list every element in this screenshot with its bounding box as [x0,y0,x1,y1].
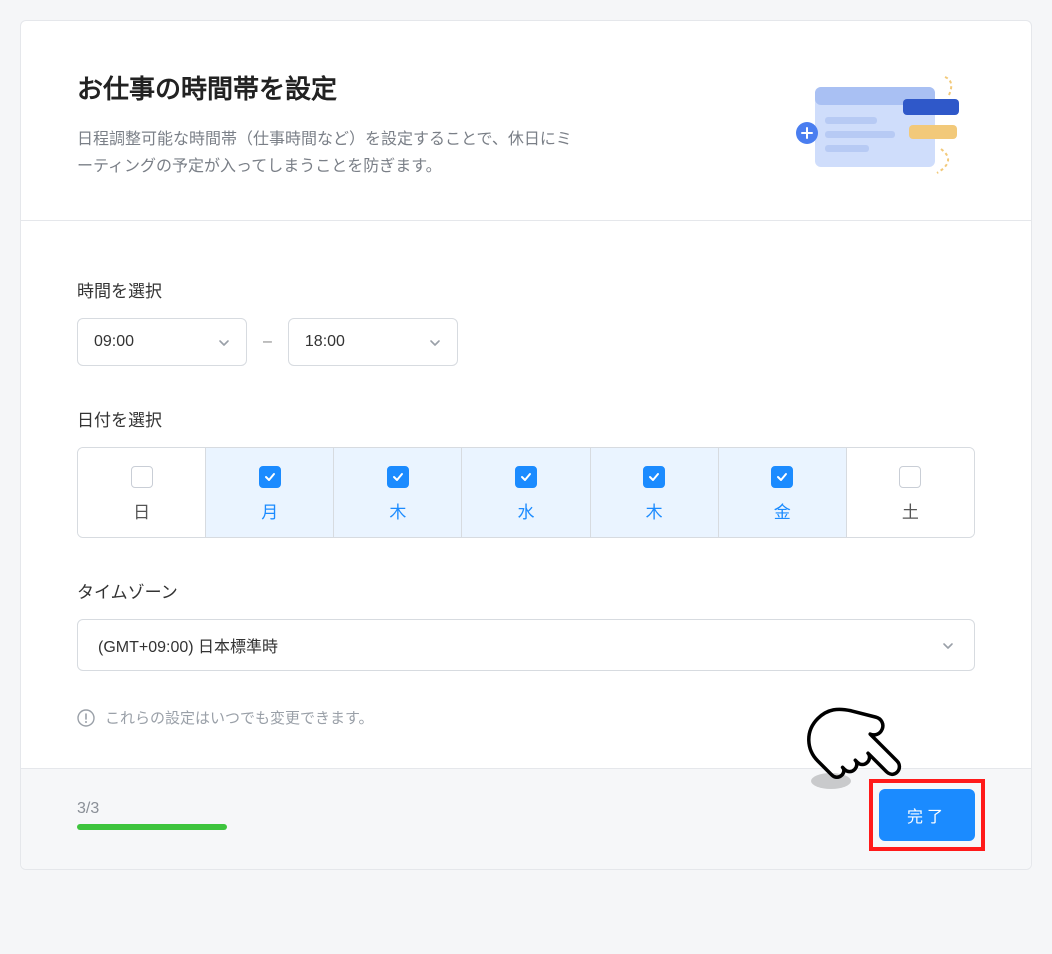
checkbox-icon [131,466,153,488]
page-subtitle: 日程調整可能な時間帯（仕事時間など）を設定することで、休日にミーティングの予定が… [77,126,577,180]
timezone-section-label: タイムゾーン [77,578,975,603]
info-note: これらの設定はいつでも変更できます。 [77,707,975,728]
chevron-down-icon [942,639,954,651]
header-text-block: お仕事の時間帯を設定 日程調整可能な時間帯（仕事時間など）を設定することで、休日… [77,69,745,180]
checkbox-icon [771,466,793,488]
end-time-value: 18:00 [305,333,345,351]
time-section-label: 時間を選択 [77,277,975,302]
progress-bar [77,824,227,830]
done-button-wrap: 完了 [879,789,975,841]
checkbox-icon [259,466,281,488]
day-label: 月 [206,498,333,523]
checkbox-icon [515,466,537,488]
day-cell-mon[interactable]: 月 [206,448,334,537]
card-body: 時間を選択 09:00 – 18:00 日付を選択 日 [21,221,1031,768]
start-time-select[interactable]: 09:00 [77,318,247,366]
end-time-select[interactable]: 18:00 [288,318,458,366]
days-section-label: 日付を選択 [77,406,975,431]
settings-card: お仕事の時間帯を設定 日程調整可能な時間帯（仕事時間など）を設定することで、休日… [20,20,1032,870]
day-cell-sat[interactable]: 土 [847,448,974,537]
chevron-down-icon [429,336,441,348]
time-range-row: 09:00 – 18:00 [77,318,975,366]
info-text: これらの設定はいつでも変更できます。 [105,707,374,728]
day-label: 日 [78,498,205,523]
page-title: お仕事の時間帯を設定 [77,69,745,106]
header-illustration [785,69,975,179]
checkbox-icon [387,466,409,488]
timezone-value: (GMT+09:00) 日本標準時 [98,633,278,657]
days-row: 日 月 木 水 [77,447,975,538]
progress-text: 3/3 [77,800,227,818]
day-cell-fri[interactable]: 金 [719,448,847,537]
checkbox-icon [899,466,921,488]
done-button[interactable]: 完了 [879,789,975,841]
day-label: 水 [462,498,589,523]
chevron-down-icon [218,336,230,348]
day-label: 金 [719,498,846,523]
day-label: 木 [591,498,718,523]
progress-indicator: 3/3 [77,800,227,830]
card-header: お仕事の時間帯を設定 日程調整可能な時間帯（仕事時間など）を設定することで、休日… [21,21,1031,221]
checkbox-icon [643,466,665,488]
day-label: 土 [847,498,974,523]
day-cell-sun[interactable]: 日 [78,448,206,537]
day-cell-wed[interactable]: 水 [462,448,590,537]
card-footer: 3/3 完了 [21,768,1031,869]
info-icon [77,709,95,727]
day-cell-tue[interactable]: 木 [334,448,462,537]
day-cell-thu[interactable]: 木 [591,448,719,537]
time-range-dash: – [263,333,272,351]
timezone-select[interactable]: (GMT+09:00) 日本標準時 [77,619,975,671]
start-time-value: 09:00 [94,333,134,351]
day-label: 木 [334,498,461,523]
